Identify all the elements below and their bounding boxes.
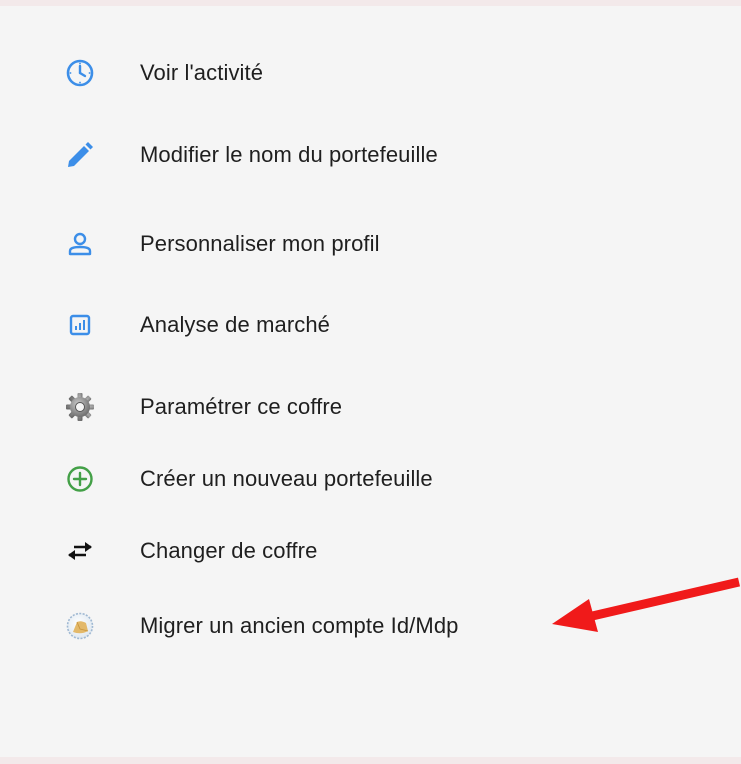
menu-item-label: Changer de coffre — [140, 538, 318, 563]
user-icon — [60, 224, 100, 264]
menu-item-label: Créer un nouveau portefeuille — [140, 466, 433, 491]
menu-item-label: Analyse de marché — [140, 312, 331, 337]
wallet-options-menu: Voir l'activité Modifier le nom du porte… — [0, 0, 741, 764]
menu-item-market-analysis[interactable]: Analyse de marché — [60, 301, 580, 349]
clock-icon — [60, 53, 100, 93]
menu-item-label: Personnaliser mon profil — [140, 231, 380, 256]
menu-item-label: Modifier le nom du portefeuille — [140, 142, 438, 167]
menu-item-label: Migrer un ancien compte Id/Mdp — [140, 613, 459, 638]
menu-item-label: Voir l'activité — [140, 60, 264, 85]
migrate-account-icon — [60, 606, 100, 646]
menu-item-vault-settings[interactable]: Paramétrer ce coffre — [60, 383, 580, 431]
pencil-icon — [60, 135, 100, 175]
menu-item-view-activity[interactable]: Voir l'activité — [60, 49, 580, 97]
menu-item-switch-vault[interactable]: Changer de coffre — [60, 527, 580, 575]
chart-icon — [60, 305, 100, 345]
menu-item-label: Paramétrer ce coffre — [140, 394, 343, 419]
menu-item-customize-profile[interactable]: Personnaliser mon profil — [60, 220, 580, 268]
menu-item-migrate-account[interactable]: Migrer un ancien compte Id/Mdp — [60, 602, 580, 650]
bottom-edge — [0, 757, 741, 764]
swap-arrows-icon — [60, 531, 100, 571]
add-circle-icon — [60, 459, 100, 499]
menu-item-create-wallet[interactable]: Créer un nouveau portefeuille — [60, 455, 580, 503]
gear-icon — [60, 387, 100, 427]
menu-item-rename-wallet[interactable]: Modifier le nom du portefeuille — [60, 131, 580, 179]
